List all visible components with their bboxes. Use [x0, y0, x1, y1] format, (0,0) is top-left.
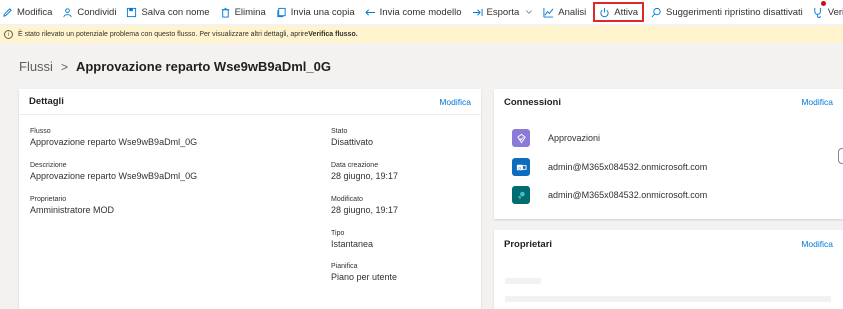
field-owner: Proprietario Amministratore MOD [30, 195, 114, 216]
analytics-label: Analisi [558, 6, 587, 18]
share-label: Condividi [77, 6, 117, 18]
field-value: 28 giugno, 19:17 [331, 171, 399, 181]
flow-checker-label: Verific [827, 6, 843, 18]
field-label: Descrizione [30, 162, 67, 169]
analytics-icon [543, 7, 554, 18]
field-value: Amministratore MOD [30, 205, 115, 215]
delete-label: Elimina [234, 6, 266, 18]
field-label: Flusso [30, 128, 51, 135]
connection-label: Approvazioni [548, 133, 601, 143]
details-edit-link[interactable]: Modifica [439, 97, 471, 107]
connection-label: admin@M365x084532.onmicrosoft.com [548, 162, 708, 172]
connection-item-outlook[interactable]: o admin@M365x084532.onmicrosoft.com [512, 158, 707, 176]
field-flow: Flusso Approvazione reparto Wse9wB9aDml_… [30, 127, 197, 148]
chevron-right-icon: > [60, 59, 68, 74]
edit-button[interactable]: Modifica [0, 0, 57, 24]
search-icon [651, 7, 661, 17]
field-created: Data creazione 28 giugno, 19:17 [331, 161, 398, 182]
connection-item-approvals[interactable]: Approvazioni [512, 129, 600, 147]
turn-on-button[interactable]: Attiva [593, 2, 645, 22]
owners-title: Proprietari [504, 238, 553, 250]
export-icon [472, 8, 483, 16]
edit-label: Modifica [17, 6, 53, 18]
repair-tips-off-label: Suggerimenti ripristino disattivati [666, 6, 803, 18]
export-label: Esporta [486, 6, 520, 18]
connections-edit-link[interactable]: Modifica [801, 97, 833, 107]
notification-dot [820, 1, 826, 6]
outlook-icon: o [512, 158, 530, 176]
field-label: Pianifica [331, 263, 358, 270]
field-label: Proprietario [30, 196, 67, 203]
warning-text: È stato rilevato un potenziale problema … [18, 31, 309, 38]
field-plan: Pianifica Piano per utente [331, 262, 397, 283]
details-header: Dettagli Modifica [19, 89, 481, 115]
chevron-down-icon [526, 10, 533, 14]
send-as-template-button[interactable]: Invia come modello [360, 0, 467, 24]
owners-edit-link[interactable]: Modifica [801, 239, 833, 249]
connections-title: Connessioni [504, 96, 562, 108]
share-button[interactable]: Condividi [57, 0, 121, 24]
details-title: Dettagli [29, 96, 64, 107]
details-card: Dettagli Modifica Flusso Approvazione re… [19, 89, 481, 309]
owners-card: Proprietari Modifica [494, 230, 843, 309]
field-modified: Modificato 28 giugno, 19:17 [331, 195, 398, 216]
field-label: Stato [331, 128, 348, 135]
field-label: Tipo [331, 230, 345, 237]
connection-item-sharepoint[interactable]: s admin@M365x084532.onmicrosoft.com [512, 186, 707, 204]
flow-checker-link[interactable]: Verifica flusso. [308, 31, 357, 38]
field-type: Tipo Istantanea [331, 229, 373, 250]
repair-tips-off-button[interactable]: Suggerimenti ripristino disattivati [646, 0, 808, 24]
owners-header: Proprietari Modifica [494, 230, 843, 258]
send-copy-button[interactable]: Invia una copia [271, 0, 360, 24]
field-label: Modificato [331, 196, 363, 203]
field-label: Data creazione [331, 162, 379, 169]
pencil-icon [3, 7, 12, 17]
scroll-handle-right[interactable] [838, 148, 843, 164]
field-description: Descrizione Approvazione reparto Wse9wB9… [30, 161, 197, 182]
stethoscope-icon [814, 7, 821, 18]
analytics-button[interactable]: Analisi [538, 0, 591, 24]
info-icon: i [4, 30, 13, 39]
save-as-icon [127, 7, 137, 17]
save-as-button[interactable]: Salva con nome [121, 0, 214, 24]
field-value: Istantanea [331, 239, 374, 249]
connections-header: Connessioni Modifica [494, 89, 843, 115]
breadcrumb: Flussi > Approvazione reparto Wse9wB9aDm… [19, 59, 331, 74]
breadcrumb-flows[interactable]: Flussi [19, 59, 53, 74]
loading-placeholder [505, 278, 541, 284]
field-value: Approvazione reparto Wse9wB9aDml_0G [30, 137, 198, 147]
flow-checker-button[interactable]: Verific [808, 0, 843, 24]
field-value: Disattivato [331, 137, 374, 147]
field-status: Stato Disattivato [331, 127, 373, 148]
field-value: Piano per utente [331, 272, 398, 282]
sharepoint-icon: s [512, 186, 530, 204]
send-as-template-label: Invia come modello [379, 6, 462, 18]
loading-placeholder [505, 296, 831, 302]
field-value: Approvazione reparto Wse9wB9aDml_0G [30, 171, 198, 181]
share-icon [63, 7, 72, 17]
save-as-label: Salva con nome [141, 6, 210, 18]
connections-card: Connessioni Modifica Approvazioni o admi… [494, 89, 843, 219]
trash-icon [221, 7, 229, 18]
copy-icon [277, 7, 286, 17]
delete-button[interactable]: Elimina [215, 0, 271, 24]
field-value: 28 giugno, 19:17 [331, 205, 399, 215]
connection-label: admin@M365x084532.onmicrosoft.com [548, 190, 708, 200]
page-title: Approvazione reparto Wse9wB9aDml_0G [75, 59, 331, 74]
turn-on-label: Attiva [614, 6, 639, 18]
arrow-left-icon [365, 8, 375, 16]
approvals-icon [512, 129, 530, 147]
export-button[interactable]: Esporta [467, 0, 539, 24]
power-icon [600, 7, 609, 17]
command-bar: Modifica Condividi Salva con nome Elimin… [0, 0, 843, 24]
warning-banner: i È stato rilevato un potenziale problem… [0, 26, 843, 43]
send-copy-label: Invia una copia [290, 6, 355, 18]
